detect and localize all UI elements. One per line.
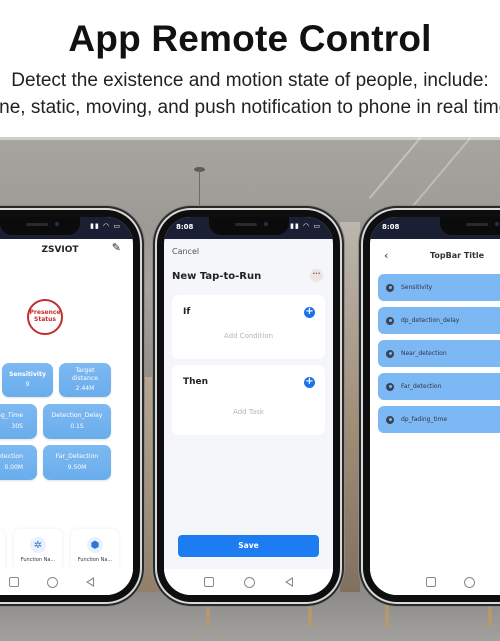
status-time: 8:08 — [382, 223, 400, 231]
phone-screen: 8:08 ‹ TopBar Title Sensitivity dp_detec… — [370, 217, 500, 595]
status-time: 8:08 — [176, 223, 194, 231]
tile-label: Near_Detection — [0, 453, 23, 461]
tile-value: 9.50M — [67, 463, 87, 471]
tile-near-detection[interactable]: Near_Detection 0.00M — [0, 445, 37, 480]
phone-device-home: ▮▮ ◠ ▭ ZSVIOT ✎ Presence Status Sensitiv… — [0, 210, 140, 602]
tile-label: Fading_Time — [0, 412, 23, 420]
then-card: Then + Add Task — [172, 365, 325, 435]
android-nav-bar — [0, 569, 133, 595]
tile-value: 2.44M — [75, 385, 95, 393]
gear-icon — [386, 382, 394, 391]
function-label: Function Na... — [20, 557, 56, 563]
tile-value: 0.1S — [70, 422, 84, 430]
settings-item[interactable]: Near_detection — [378, 340, 500, 367]
notch — [440, 217, 500, 235]
recent-apps-icon[interactable] — [9, 577, 19, 587]
status-bar: ▮▮ ◠ ▭ — [0, 217, 133, 239]
phone-screen: ▮▮ ◠ ▭ ZSVIOT ✎ Presence Status Sensitiv… — [0, 217, 133, 595]
status-icons: ▮▮ ◠ ▭ — [290, 222, 321, 230]
home-icon[interactable] — [464, 576, 475, 588]
chevron-left-icon[interactable]: ‹ — [384, 249, 388, 262]
if-card: If + Add Condition — [172, 295, 325, 359]
hexagon-icon: ⬢ — [87, 537, 103, 553]
presence-status-indicator: Presence Status — [27, 299, 63, 335]
then-label: Then — [183, 377, 209, 387]
function-label: Function Na... — [77, 557, 113, 563]
page-title: New Tap-to-Run — [172, 271, 262, 282]
save-button[interactable]: Save — [178, 535, 319, 557]
recent-apps-icon[interactable] — [426, 577, 436, 587]
settings-item[interactable]: Sensitivity — [378, 274, 500, 301]
add-task-plus-icon[interactable]: + — [304, 377, 315, 388]
stand-leg — [206, 605, 210, 627]
status-bar: 8:08 ▮▮ ◠ ▭ — [164, 217, 333, 239]
settings-item-label: dp_detection_delay — [401, 317, 460, 324]
presence-label-2: Status — [34, 316, 56, 323]
add-condition-plus-icon[interactable]: + — [304, 307, 315, 318]
ceiling-light-strip — [412, 137, 472, 207]
function-card[interactable]: ⚙ Function Na... — [0, 529, 5, 572]
notch — [0, 217, 80, 235]
stand-leg — [488, 605, 492, 627]
wall-panel — [340, 222, 360, 622]
stand-leg — [385, 605, 389, 627]
ceiling-light-strip — [368, 137, 422, 199]
phone-settings-list: 8:08 ‹ TopBar Title Sensitivity dp_detec… — [363, 210, 500, 602]
tile-label: Far_Detection — [55, 453, 99, 461]
settings-item[interactable]: dp_detection_delay — [378, 307, 500, 334]
pendant-lamp-cord — [199, 170, 200, 215]
tile-fading-time[interactable]: Fading_Time 30S — [0, 404, 37, 439]
tile-value: 0.00M — [4, 463, 23, 471]
status-icons: ▮▮ ◠ ▭ — [90, 222, 121, 230]
gear-icon — [386, 415, 394, 424]
android-nav-bar — [164, 569, 333, 595]
settings-item[interactable]: Far_detection — [378, 373, 500, 400]
phone-screen: 8:08 ▮▮ ◠ ▭ Cancel New Tap-to-Run ··· If… — [164, 217, 333, 595]
status-bar: 8:08 — [370, 217, 500, 239]
tile-value: 9 — [25, 381, 30, 389]
function-card[interactable]: ✲ Function Na... — [14, 529, 62, 572]
gear-icon — [386, 316, 394, 325]
subtitle-line-1: Detect the existence and motion state of… — [11, 70, 489, 91]
stand-leg — [308, 605, 312, 627]
topbar-title: TopBar Title — [430, 251, 485, 260]
add-task-link[interactable]: Add Task — [172, 408, 325, 416]
tile-far-detection[interactable]: Far_Detection 9.50M — [43, 445, 111, 480]
more-icon[interactable]: ··· — [310, 269, 323, 282]
phone-tap-to-run: 8:08 ▮▮ ◠ ▭ Cancel New Tap-to-Run ··· If… — [157, 210, 340, 602]
recent-apps-icon[interactable] — [204, 577, 214, 587]
gear-icon — [386, 349, 394, 358]
notch — [208, 217, 289, 235]
back-icon[interactable] — [86, 577, 94, 587]
back-icon[interactable] — [285, 577, 293, 587]
subtitle-line-2: none, static, moving, and push notificat… — [0, 97, 500, 118]
tile-value: 30S — [11, 422, 23, 430]
tile-sensitivity[interactable]: Sensitivity 9 — [2, 363, 53, 397]
tile-label: Target distance — [71, 366, 99, 382]
cancel-button[interactable]: Cancel — [172, 247, 199, 256]
settings-item-label: dp_fading_time — [401, 416, 448, 423]
ceiling-edge — [0, 137, 500, 140]
tile-label: Sensitivity — [8, 370, 47, 378]
settings-item-label: Sensitivity — [401, 284, 433, 291]
settings-item-label: Near_detection — [401, 350, 447, 357]
headline: App Remote Control — [68, 18, 432, 59]
home-icon[interactable] — [244, 576, 255, 588]
tile-detection-delay[interactable]: Detection_Delay 0.1S — [43, 404, 111, 439]
pencil-icon[interactable]: ✎ — [112, 241, 121, 254]
function-card[interactable]: ⬢ Function Na... — [71, 529, 119, 572]
gear-icon — [386, 283, 394, 292]
android-nav-bar — [370, 569, 500, 595]
settings-item-label: Far_detection — [401, 383, 442, 390]
tile-label: Detection_Delay — [51, 412, 103, 420]
if-label: If — [183, 307, 191, 317]
snowflake-icon: ✲ — [30, 537, 46, 553]
settings-item[interactable]: dp_fading_time — [378, 406, 500, 433]
home-icon[interactable] — [47, 576, 58, 588]
tile-target-distance[interactable]: Target distance 2.44M — [59, 363, 111, 397]
add-condition-link[interactable]: Add Condition — [172, 332, 325, 340]
